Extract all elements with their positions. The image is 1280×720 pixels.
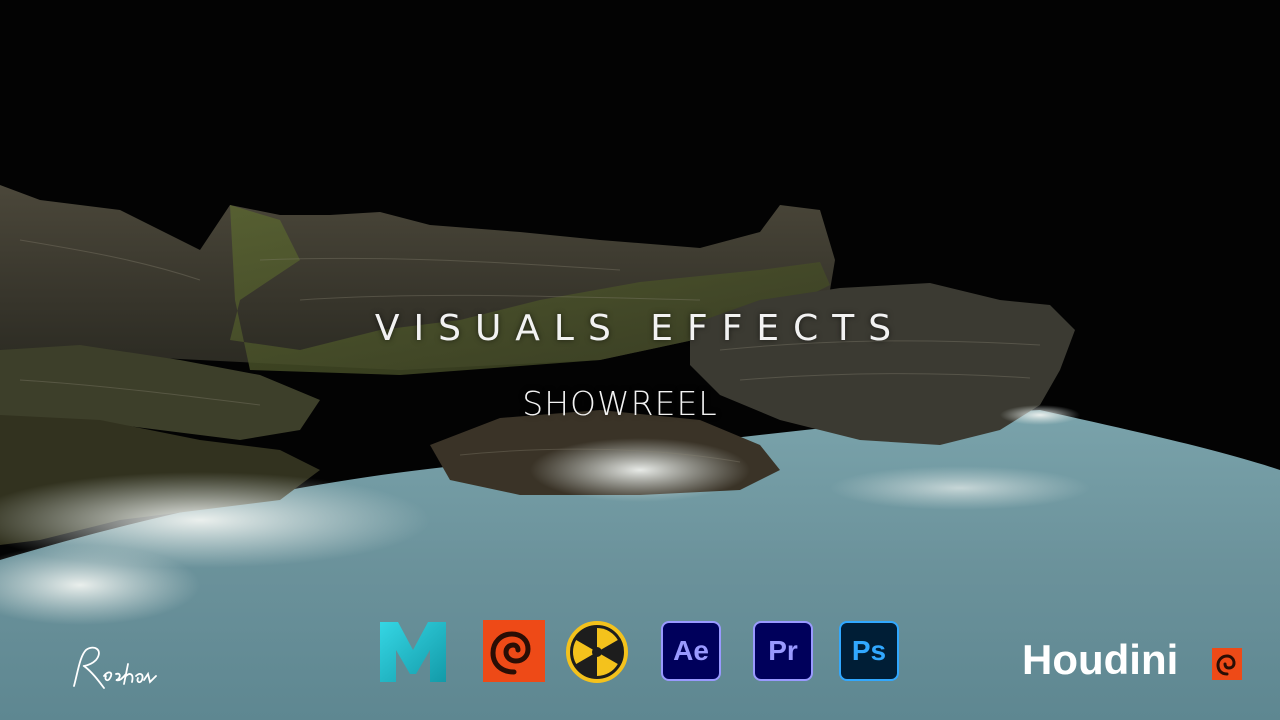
main-title: VISUALS EFFECTS: [374, 308, 906, 349]
houdini-logo-icon: [483, 620, 545, 682]
nuke-logo-icon: [566, 621, 628, 683]
houdini-wordmark-icon: [1212, 648, 1242, 680]
after-effects-logo-icon: Ae: [661, 621, 721, 681]
subtitle: SHOWREEL: [522, 384, 718, 423]
photoshop-logo-icon: Ps: [839, 621, 899, 681]
houdini-wordmark: Houdini: [1022, 636, 1179, 683]
rock-sea-scene: [0, 185, 1280, 720]
foam-center: [530, 438, 750, 502]
showreel-frame: VISUALS EFFECTS SHOWREEL Ae Pr Ps Houdin…: [0, 0, 1280, 720]
signature-roshan: [73, 646, 157, 689]
maya-logo-icon: [380, 622, 446, 682]
premiere-pro-logo-icon: Pr: [753, 621, 813, 681]
foam-right: [830, 466, 1090, 510]
